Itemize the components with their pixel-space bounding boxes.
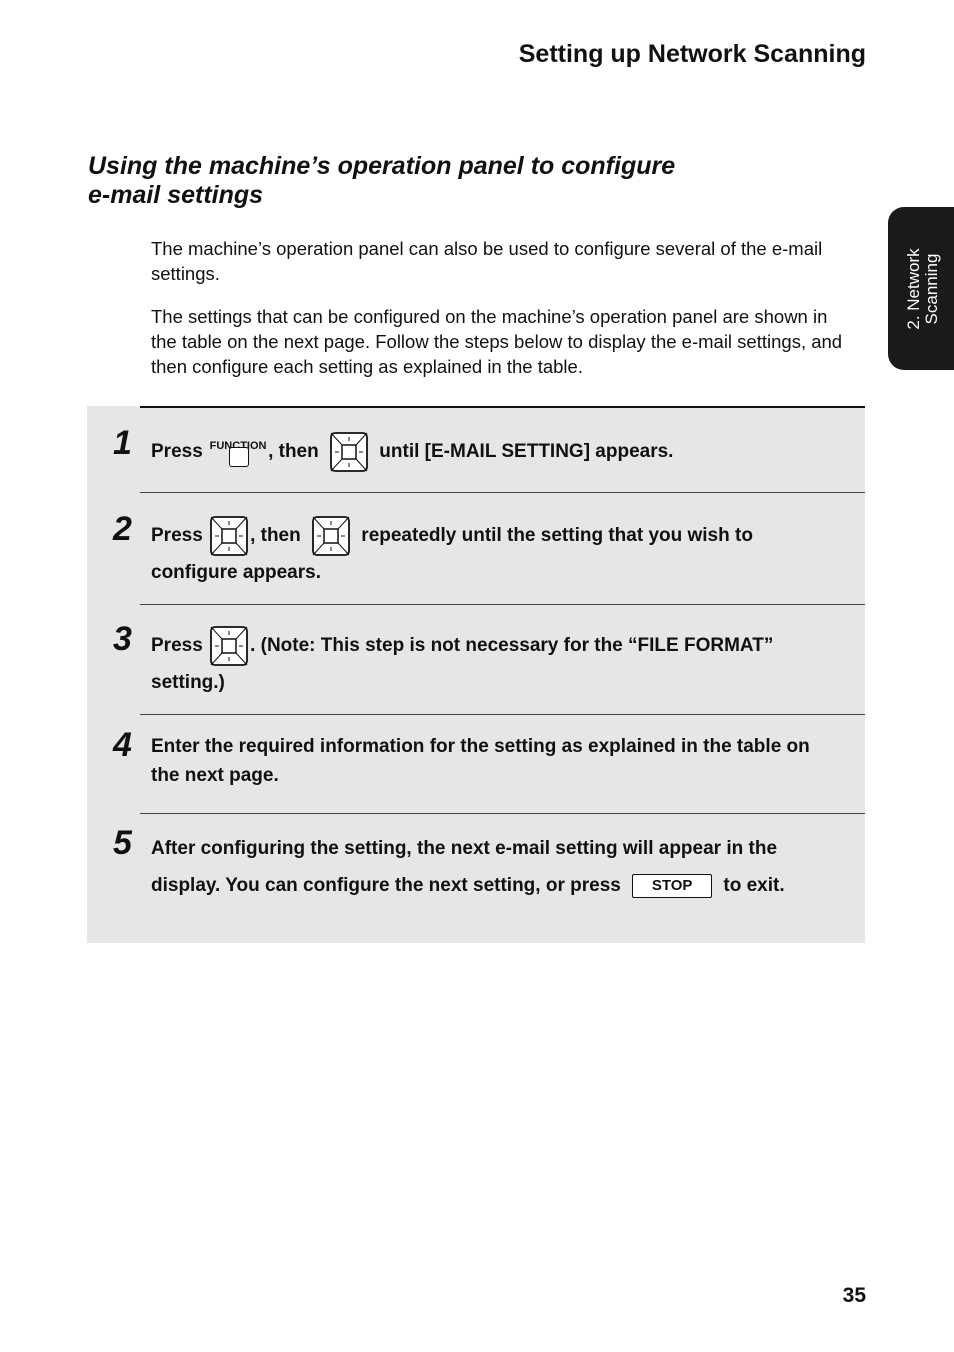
section-title: Using the machine’s operation panel to c… (88, 152, 808, 210)
running-header-title: Setting up Network Scanning (518, 40, 866, 68)
step-text-part: , then (250, 525, 301, 547)
step-text: Press , then repeatedly until the settin… (151, 516, 841, 590)
step-divider (140, 492, 865, 493)
function-key-icon: FUNCTION (208, 435, 268, 469)
stop-key-icon: STOP (632, 873, 713, 898)
function-key-button-icon (229, 447, 250, 467)
step-text: Press FUNCTION , then until [E-MAIL SETT… (151, 432, 841, 472)
step-text-part: Press (151, 525, 203, 547)
step-text: After configuring the setting, the next … (151, 830, 841, 904)
step-number: 2 (113, 510, 132, 548)
step-text-part: Press (151, 441, 203, 463)
intro-paragraph-2: The settings that can be configured on t… (151, 306, 843, 377)
step-number: 5 (113, 824, 132, 862)
step-number: 1 (113, 424, 132, 462)
intro-paragraph-1: The machine’s operation panel can also b… (151, 238, 823, 284)
arrow-up-key-icon (330, 432, 368, 472)
step-text-part: , then (268, 441, 319, 463)
step-text: Press . (Note: This step is not necessar… (151, 626, 841, 700)
chapter-tab-line2: Scanning (922, 253, 941, 324)
chapter-tab[interactable]: 2. Network Scanning (888, 207, 954, 370)
steps-box: 1 Press FUNCTION , then until [E-MAIL SE… (87, 406, 865, 943)
chapter-tab-line1: 2. Network (904, 247, 923, 330)
step-divider (140, 604, 865, 605)
page-number: 35 (842, 1284, 866, 1307)
arrow-right-key-icon (210, 626, 248, 666)
step-number: 4 (113, 726, 132, 764)
step-number: 3 (113, 620, 132, 658)
section-title-line2: e-mail settings (88, 181, 264, 209)
step-text-part: until [E-MAIL SETTING] appears. (379, 441, 674, 463)
step-divider (140, 813, 865, 814)
step-divider (140, 714, 865, 715)
chapter-tab-label: 2. Network Scanning (904, 247, 941, 330)
steps-top-rule (140, 406, 865, 408)
step-text: Enter the required information for the s… (151, 736, 810, 786)
step-text-part: Press (151, 635, 203, 657)
arrow-right-key-icon (210, 516, 248, 556)
section-title-line1: Using the machine’s operation panel to c… (88, 152, 676, 180)
arrow-down-key-icon (312, 516, 350, 556)
step-text-part: to exit. (723, 875, 785, 896)
